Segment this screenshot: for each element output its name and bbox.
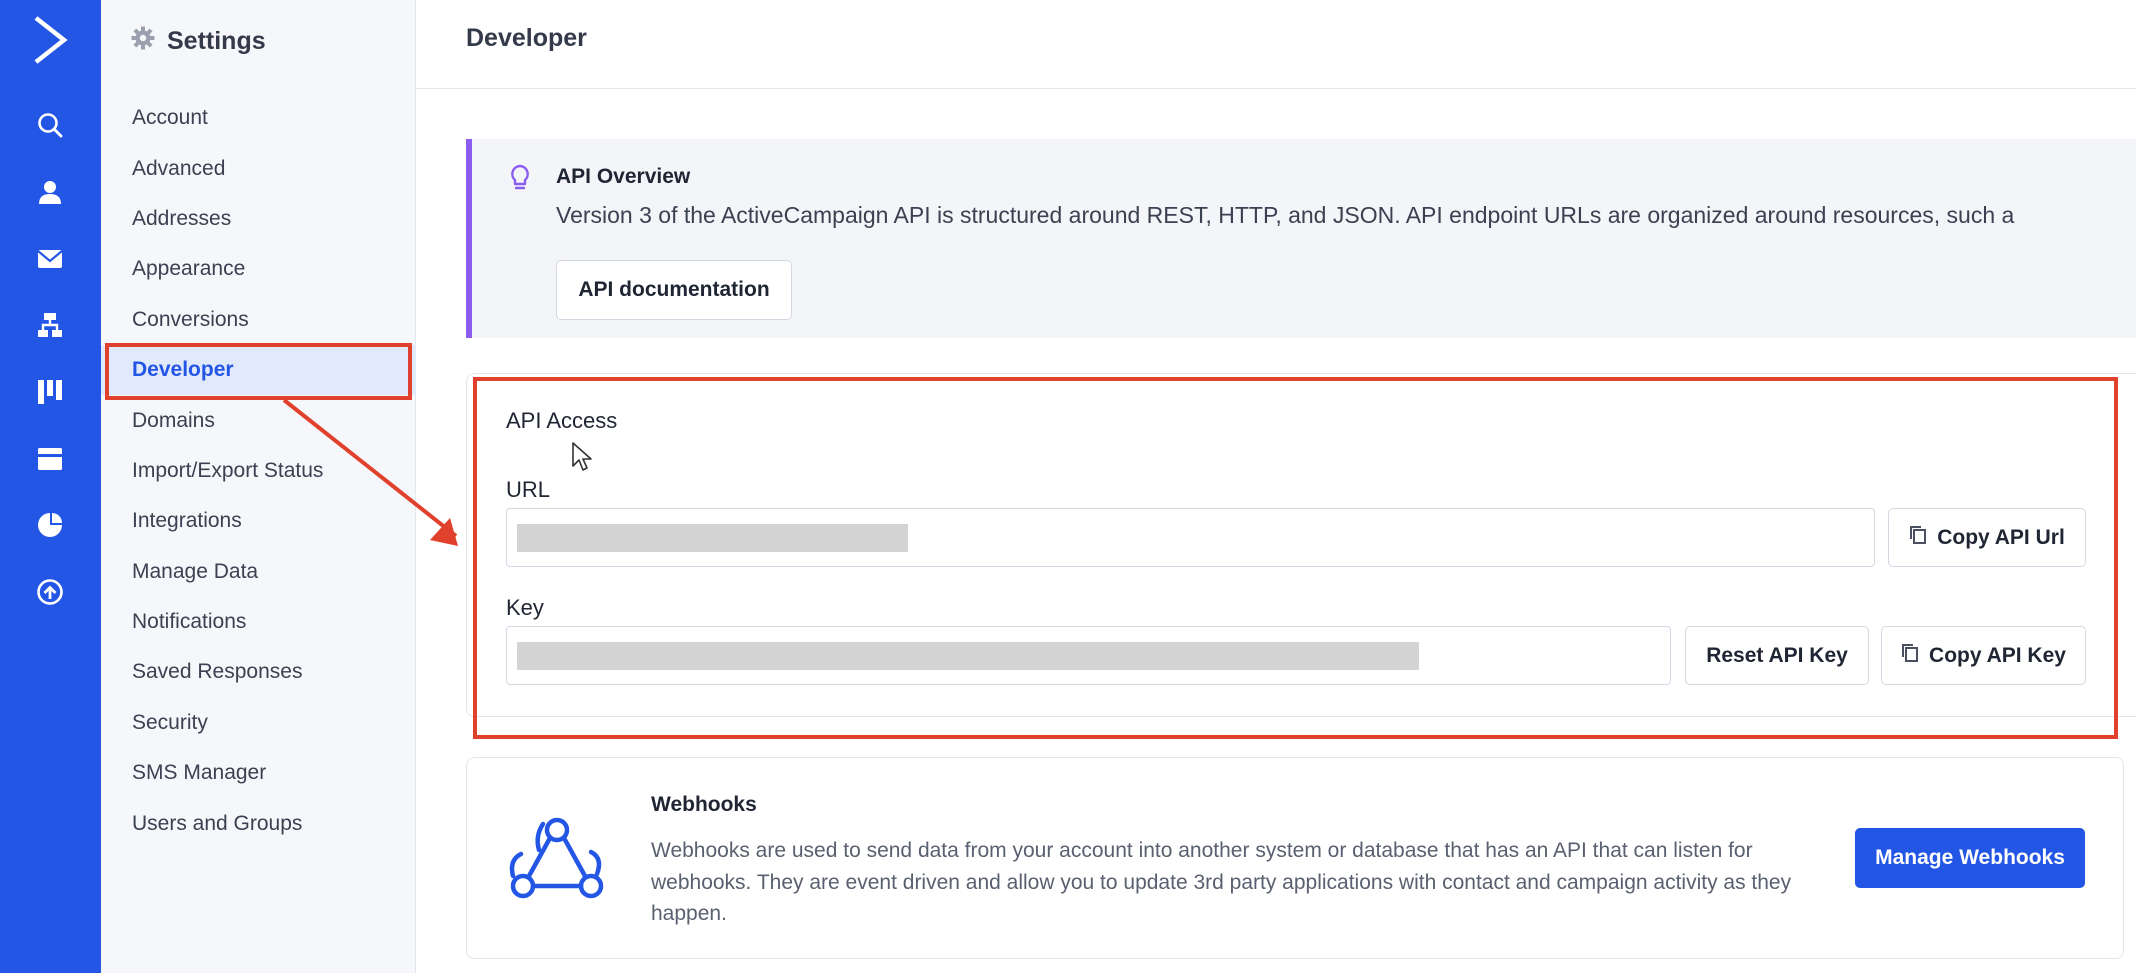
copy-api-key-label: Copy API Key (1929, 643, 2066, 667)
sidebar-item-import-export-status[interactable]: Import/Export Status (101, 446, 416, 496)
page-header: Developer (416, 0, 2136, 89)
app-nav-rail (0, 0, 101, 973)
page-title: Developer (466, 24, 587, 52)
sidebar-item-developer[interactable]: Developer (101, 344, 416, 396)
webhooks-icon (505, 810, 609, 911)
settings-sidebar: Settings Account Advanced Addresses Appe… (101, 0, 416, 973)
copy-icon (1909, 525, 1927, 551)
webhooks-description: Webhooks are used to send data from your… (651, 839, 1792, 925)
deals-icon[interactable] (32, 374, 68, 410)
api-url-field[interactable] (506, 508, 1875, 567)
logo-icon[interactable] (30, 14, 70, 66)
manage-webhooks-button[interactable]: Manage Webhooks (1855, 828, 2085, 888)
contacts-icon[interactable] (32, 174, 68, 210)
url-label: URL (506, 477, 551, 502)
automations-icon[interactable] (32, 307, 68, 343)
sidebar-item-saved-responses[interactable]: Saved Responses (101, 647, 416, 697)
api-access-panel: API Access URL Copy API Url Key Reset AP… (466, 373, 2136, 717)
sidebar-item-advanced[interactable]: Advanced (101, 143, 416, 193)
sidebar-item-conversions[interactable]: Conversions (101, 295, 416, 345)
sidebar-item-integrations[interactable]: Integrations (101, 496, 416, 546)
reports-icon[interactable] (32, 507, 68, 543)
sidebar-item-notifications[interactable]: Notifications (101, 597, 416, 647)
api-url-input[interactable] (507, 509, 1874, 566)
gear-icon (131, 26, 155, 57)
api-key-input[interactable] (507, 627, 1670, 684)
copy-api-key-button[interactable]: Copy API Key (1881, 626, 2086, 685)
sidebar-item-users-and-groups[interactable]: Users and Groups (101, 798, 416, 848)
sidebar-item-account[interactable]: Account (101, 93, 416, 143)
sidebar-item-security[interactable]: Security (101, 698, 416, 748)
main-content: Developer API Overview Version 3 of the … (416, 0, 2136, 973)
api-overview-text: Version 3 of the ActiveCampaign API is s… (556, 202, 2015, 228)
upgrade-icon[interactable] (32, 574, 68, 610)
sidebar-item-manage-data[interactable]: Manage Data (101, 547, 416, 597)
copy-api-url-label: Copy API Url (1937, 525, 2065, 549)
key-label: Key (506, 595, 544, 620)
copy-icon (1901, 643, 1919, 669)
settings-header: Settings (131, 24, 266, 58)
api-access-title: API Access (506, 408, 618, 433)
settings-title: Settings (167, 26, 266, 55)
api-overview-panel: API Overview Version 3 of the ActiveCamp… (466, 139, 2136, 338)
api-overview-title: API Overview (556, 165, 691, 188)
settings-menu: Account Advanced Addresses Appearance Co… (101, 93, 416, 849)
lightbulb-icon (508, 163, 532, 198)
sidebar-item-addresses[interactable]: Addresses (101, 194, 416, 244)
copy-api-url-button[interactable]: Copy API Url (1888, 508, 2086, 567)
api-key-field[interactable] (506, 626, 1671, 685)
sidebar-item-appearance[interactable]: Appearance (101, 244, 416, 294)
campaigns-icon[interactable] (32, 241, 68, 277)
webhooks-panel: Webhooks Webhooks are used to send data … (466, 757, 2124, 959)
reset-api-key-button[interactable]: Reset API Key (1685, 626, 1869, 685)
webhooks-title: Webhooks (651, 793, 757, 816)
sidebar-item-domains[interactable]: Domains (101, 395, 416, 445)
api-documentation-button[interactable]: API documentation (556, 260, 792, 320)
site-icon[interactable] (32, 441, 68, 477)
search-icon[interactable] (32, 107, 68, 143)
sidebar-item-sms-manager[interactable]: SMS Manager (101, 748, 416, 798)
